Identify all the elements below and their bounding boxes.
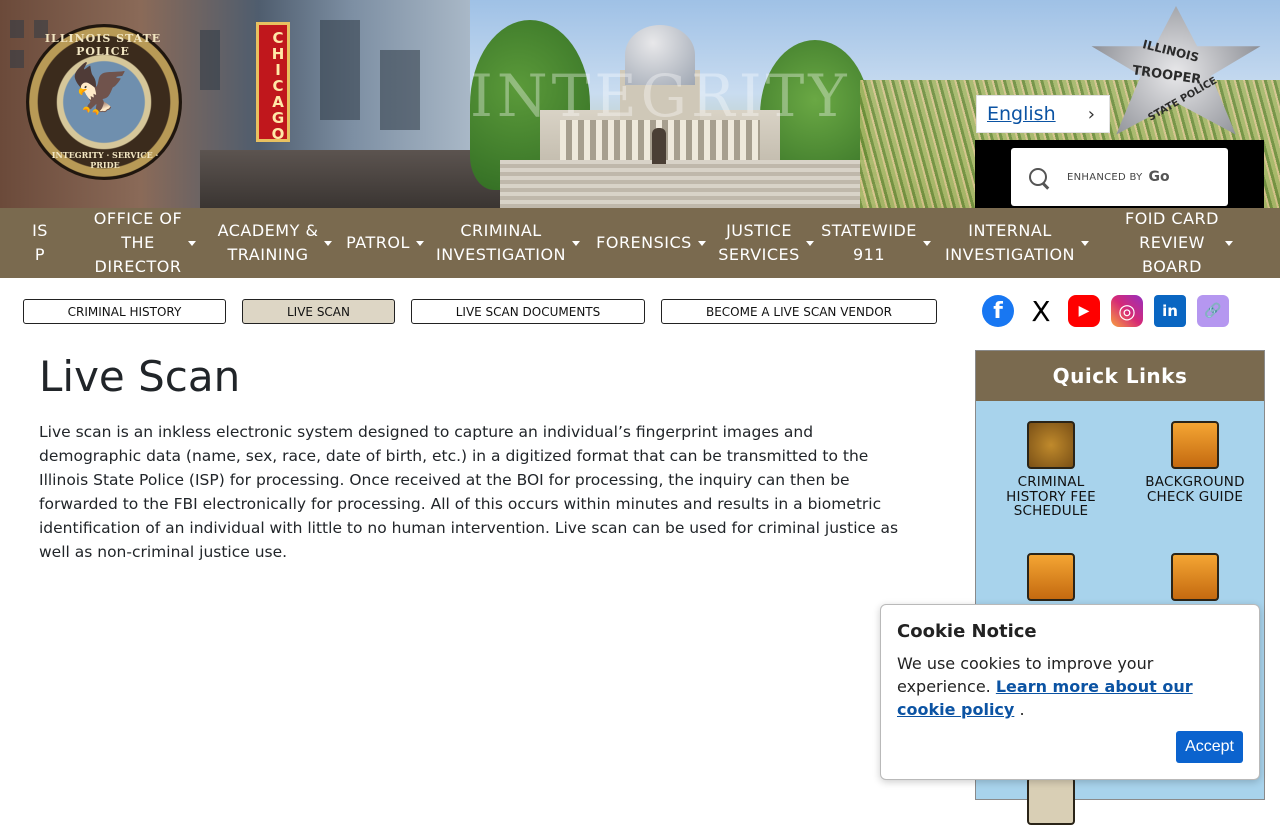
nav-item-label: STATEWIDE 911	[821, 221, 917, 264]
cookie-notice-text: We use cookies to improve your experienc…	[897, 652, 1243, 721]
nav-item-label: OFFICE OF THE DIRECTOR	[93, 209, 183, 276]
capitol-steps-image	[500, 160, 880, 208]
caret-down-icon	[188, 240, 197, 246]
nav-item-criminal-investigation[interactable]: CRIMINAL INVESTIGATION	[430, 208, 586, 278]
caret-down-icon	[572, 240, 581, 246]
nav-item-statewide-911[interactable]: STATEWIDE 911	[816, 208, 936, 278]
nav-item-label: JUSTICE SERVICES	[718, 221, 800, 264]
nav-item-label: PATROL	[346, 233, 410, 252]
nav-item-office-of-the-director[interactable]: OFFICE OF THE DIRECTOR	[80, 208, 210, 278]
link-icon[interactable]: 🔗	[1197, 295, 1229, 327]
facebook-icon[interactable]: f	[982, 295, 1014, 327]
nav-item-forensics[interactable]: FORENSICS	[586, 208, 716, 278]
quick-link-label: BACKGROUND CHECK GUIDE	[1145, 474, 1245, 505]
caret-down-icon	[805, 240, 814, 246]
chevron-right-icon: ›	[1087, 103, 1095, 125]
nav-item-patrol[interactable]: PATROL	[340, 208, 430, 278]
live-scan-documents-button[interactable]: LIVE SCAN DOCUMENTS	[411, 299, 645, 324]
quick-link-sheriff[interactable]	[986, 777, 1116, 825]
nav-item-internal-investigation[interactable]: INTERNAL INVESTIGATION	[936, 208, 1098, 278]
nav-item-label: FORENSICS	[596, 233, 692, 252]
street-image	[200, 150, 500, 208]
seal-bottom-text: INTEGRITY · SERVICE · PRIDE	[51, 150, 159, 170]
nav-item-label: FOID CARD REVIEW BOARD	[1125, 209, 1219, 276]
nav-item-justice-services[interactable]: JUSTICE SERVICES	[716, 208, 816, 278]
quick-links-title: Quick Links	[976, 351, 1264, 401]
caret-down-icon	[922, 240, 931, 246]
linkedin-icon[interactable]: in	[1154, 295, 1186, 327]
cannabis-leaf-icon	[1027, 553, 1075, 601]
criminal-history-button[interactable]: CRIMINAL HISTORY	[23, 299, 226, 324]
language-label: English	[987, 103, 1056, 125]
nav-item-foid-card-review-board[interactable]: FOID CARD REVIEW BOARD	[1098, 208, 1260, 278]
quick-link-criminal-history-fee-schedule[interactable]: CRIMINAL HISTORY FEE SCHEDULE	[986, 421, 1116, 519]
nav-item-academy-training[interactable]: ACADEMY & TRAINING	[210, 208, 340, 278]
live-scan-description: Live scan is an inkless electronic syste…	[39, 423, 899, 561]
become-live-scan-vendor-button[interactable]: BECOME A LIVE SCAN VENDOR	[661, 299, 937, 324]
caret-down-icon	[324, 240, 333, 246]
seal-top-text: ILLINOIS STATE POLICE	[44, 32, 162, 58]
sheriff-document-icon	[1027, 777, 1075, 825]
search-enhanced-by: ENHANCED BY	[1067, 171, 1143, 183]
cookie-period: .	[1019, 700, 1025, 719]
caret-down-icon	[1224, 240, 1233, 246]
search-input[interactable]: ENHANCED BY Go	[1011, 148, 1228, 206]
x-twitter-icon[interactable]: X	[1025, 295, 1057, 328]
page-title: Live Scan	[39, 352, 241, 401]
accept-cookies-button[interactable]: Accept	[1176, 731, 1243, 763]
search-icon[interactable]	[1029, 168, 1047, 186]
cookie-notice-title: Cookie Notice	[897, 621, 1037, 642]
google-logo-text: Go	[1148, 169, 1170, 185]
quick-link-background-check-guide[interactable]: BACKGROUND CHECK GUIDE	[1130, 421, 1260, 504]
caret-down-icon	[415, 240, 424, 246]
language-selector[interactable]: English ›	[976, 95, 1110, 133]
nav-item-isp[interactable]: IS P	[0, 208, 80, 278]
integrity-watermark: INTEGRITY	[470, 62, 851, 130]
trooper-badge-logo: ILLINOIS TROOPER STATE POLICE	[1088, 6, 1264, 140]
nav-item-label: CRIMINAL INVESTIGATION	[435, 221, 567, 264]
nav-item-label: IS P	[32, 221, 48, 264]
nav-item-label: INTERNAL INVESTIGATION	[944, 221, 1076, 264]
quick-link-label: CRIMINAL HISTORY FEE SCHEDULE	[1006, 474, 1096, 519]
caret-down-icon	[1081, 240, 1090, 246]
caret-down-icon	[697, 240, 706, 246]
quick-link-document[interactable]	[1130, 553, 1260, 601]
search-bar-container: ENHANCED BY Go	[975, 140, 1264, 208]
document-seal-icon	[1171, 553, 1219, 601]
header-banner: CHICAGO INTEGRITY ILLINOIS STATE POLICE …	[0, 0, 1280, 208]
instagram-icon[interactable]: ◎	[1111, 295, 1143, 327]
live-scan-button[interactable]: LIVE SCAN	[242, 299, 395, 324]
youtube-icon[interactable]: ▶	[1068, 295, 1100, 327]
eagle-icon: 🦅	[70, 61, 130, 117]
nav-item-label: ACADEMY & TRAINING	[217, 221, 319, 264]
fingerprint-icon	[1027, 421, 1075, 469]
main-navigation: IS P OFFICE OF THE DIRECTOR ACADEMY & TR…	[0, 208, 1280, 278]
statue-image	[652, 128, 666, 164]
quick-link-cannabis[interactable]	[986, 553, 1116, 601]
cookie-notice: Cookie Notice We use cookies to improve …	[880, 604, 1260, 780]
chicago-theatre-sign: CHICAGO	[256, 22, 290, 142]
magnifier-check-icon	[1171, 421, 1219, 469]
